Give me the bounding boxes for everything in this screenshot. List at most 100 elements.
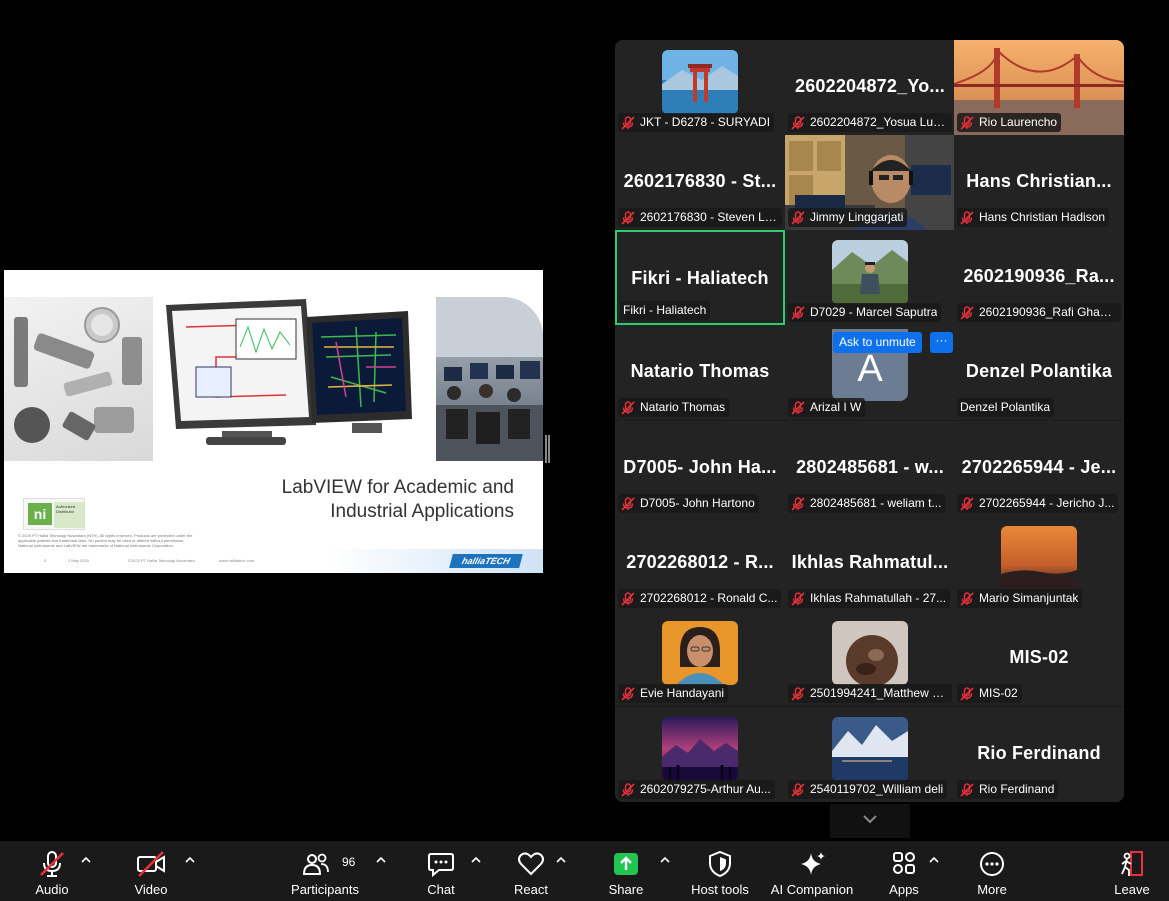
slide-title-line2: Industrial Applications (330, 501, 514, 522)
audio-button[interactable]: Audio (22, 841, 82, 901)
participant-name: Denzel Polantika (960, 400, 1051, 414)
participant-tile[interactable]: MIS-02 MIS-02 (954, 611, 1124, 706)
participant-tile[interactable]: 2602190936_Ra... 2602190936_Rafi Ghazi B (954, 230, 1124, 325)
participant-name: Evie Handayani (640, 686, 725, 700)
react-options-caret-icon[interactable] (555, 855, 567, 865)
apps-options-caret-icon[interactable] (928, 855, 940, 865)
participant-tile[interactable]: D7005- John Ha... D7005- John Hartono (615, 421, 785, 516)
chat-button[interactable]: Chat (416, 841, 466, 901)
video-options-caret-icon[interactable] (184, 855, 196, 865)
participant-tile[interactable]: 2602079275-Arthur Au... (615, 707, 785, 802)
participant-tile[interactable]: Ikhlas Rahmatul... Ikhlas Rahmatullah - 2… (785, 516, 955, 611)
participant-name: 2602079275-Arthur Au... (640, 782, 771, 796)
participant-tile[interactable]: D7029 - Marcel Saputra (785, 230, 955, 325)
participant-tile[interactable]: JKT - D6278 - SURYADI (615, 40, 785, 135)
leave-door-icon (1121, 851, 1143, 876)
participant-name-label: Denzel Polantika (957, 398, 1055, 417)
participant-display-name: Ikhlas Rahmatul... (791, 552, 949, 572)
chat-options-caret-icon[interactable] (470, 855, 482, 865)
ask-to-unmute-button[interactable]: Ask to unmute (833, 332, 922, 353)
microphone-muted-icon (960, 591, 974, 606)
participant-gallery: JKT - D6278 - SURYADI 2602204872_Yo... 260… (615, 40, 1124, 802)
share-label: Share (608, 882, 644, 897)
microphone-muted-icon (791, 782, 805, 797)
participants-button[interactable]: Participants (286, 841, 364, 901)
microphone-muted-icon (960, 496, 974, 511)
microphone-muted-icon (621, 496, 635, 511)
slide-title: LabVIEW for Academic and Industrial Appl… (214, 476, 514, 524)
react-label: React (514, 882, 548, 897)
host-tools-button[interactable]: Host tools (684, 841, 756, 901)
participant-name-label: 2802485681 - weliam t... (788, 494, 946, 513)
participant-more-options-button[interactable]: ··· (930, 332, 953, 353)
participant-tile[interactable]: 2501994241_Matthew F... (785, 611, 955, 706)
participant-name-label: 2602204872_Yosua Lum... (788, 113, 952, 132)
participant-name: 2602190936_Rafi Ghazi B (979, 305, 1117, 319)
slide: ni Authorized Distributor LabVIEW for Ac… (4, 270, 543, 573)
leave-button[interactable]: Leave (1108, 841, 1156, 901)
react-button[interactable]: React (506, 841, 556, 901)
video-button[interactable]: Video (120, 841, 182, 901)
participant-profile-picture (662, 50, 738, 114)
participant-name: Rio Laurencho (979, 115, 1058, 129)
participant-name: Fikri - Haliatech (623, 303, 707, 317)
participant-profile-picture (832, 240, 908, 304)
gallery-next-page-button[interactable] (830, 804, 910, 838)
participant-name: 2501994241_Matthew F... (810, 686, 948, 700)
share-options-caret-icon[interactable] (659, 855, 671, 865)
participant-tile[interactable]: 2702268012 - R... 2702268012 - Ronald C..… (615, 516, 785, 611)
participant-name-label: Hans Christian Hadison (957, 208, 1110, 227)
microphone-muted-icon (791, 305, 805, 320)
microphone-muted-icon (960, 210, 974, 225)
participant-tile[interactable]: 2702265944 - Je... 2702265944 - Jericho J… (954, 421, 1124, 516)
participant-tile[interactable]: Jimmy Linggarjati (785, 135, 955, 230)
participant-name-label: 2602190936_Rafi Ghazi B (957, 303, 1121, 322)
participant-tile[interactable]: 2602204872_Yo... 2602204872_Yosua Lum... (785, 40, 955, 135)
participant-display-name: D7005- John Ha... (623, 457, 777, 477)
microphone-muted-icon (791, 591, 805, 606)
ni-mark: ni (28, 503, 52, 525)
participant-tile[interactable]: Rio Ferdinand Rio Ferdinand (954, 707, 1124, 802)
microphone-muted-icon (40, 851, 64, 877)
microphone-muted-icon (621, 782, 635, 797)
participant-tile[interactable]: 2540119702_William deli (785, 707, 955, 802)
participant-name: 2602204872_Yosua Lum... (810, 115, 948, 129)
apps-button[interactable]: Apps (880, 841, 928, 901)
participant-display-name: 2702268012 - R... (626, 552, 774, 572)
more-dots-icon (980, 852, 1004, 876)
participant-tile[interactable]: Mario Simanjuntak (954, 516, 1124, 611)
slide-fine-print: © 2025 PT Hallia Teknologi Nusantara (NT… (18, 533, 193, 548)
participants-options-caret-icon[interactable] (375, 855, 387, 865)
participants-icon (302, 853, 329, 875)
participant-name-label: Rio Ferdinand (957, 780, 1059, 799)
participant-profile-picture (832, 717, 908, 781)
participant-name-label: 2702268012 - Ronald C... (618, 589, 782, 608)
participant-tile[interactable]: Hans Christian... Hans Christian Hadison (954, 135, 1124, 230)
ai-companion-button[interactable]: AI Companion (766, 841, 858, 901)
resize-handle[interactable] (545, 435, 550, 463)
participant-name-label: Rio Laurencho (957, 113, 1062, 132)
microphone-muted-icon (791, 400, 805, 415)
participant-tile[interactable]: Rio Laurencho (954, 40, 1124, 135)
shared-screen[interactable]: ni Authorized Distributor LabVIEW for Ac… (4, 253, 543, 590)
participant-display-name: Hans Christian... (966, 171, 1112, 191)
participant-tile[interactable]: Denzel Polantika Denzel Polantika (954, 325, 1124, 420)
meeting-toolbar: Audio Video Participants 96 Chat React S… (0, 841, 1169, 901)
participant-display-name: Natario Thomas (630, 361, 770, 381)
share-arrow-icon (614, 853, 638, 875)
labview-monitors-photo (156, 297, 434, 461)
participant-tile[interactable]: 2602176830 - St... 2602176830 - Steven La… (615, 135, 785, 230)
participant-name-label: Evie Handayani (618, 684, 729, 703)
participant-tile[interactable]: Natario Thomas Natario Thomas (615, 325, 785, 420)
share-screen-button[interactable]: Share (600, 841, 652, 901)
apps-grid-icon (893, 852, 915, 874)
participant-tile[interactable]: 2802485681 - w... 2802485681 - weliam t..… (785, 421, 955, 516)
participant-name: Ikhlas Rahmatullah - 27... (810, 591, 947, 605)
audio-options-caret-icon[interactable] (80, 855, 92, 865)
participant-name-label: Natario Thomas (618, 398, 730, 417)
more-button[interactable]: More (966, 841, 1018, 901)
participant-tile[interactable]: Evie Handayani (615, 611, 785, 706)
participant-name-label: Arizal I W (788, 398, 866, 417)
participant-tile[interactable]: Fikri - Haliatech Fikri - Haliatech (615, 230, 785, 325)
participant-display-name: 2802485681 - w... (796, 457, 944, 477)
